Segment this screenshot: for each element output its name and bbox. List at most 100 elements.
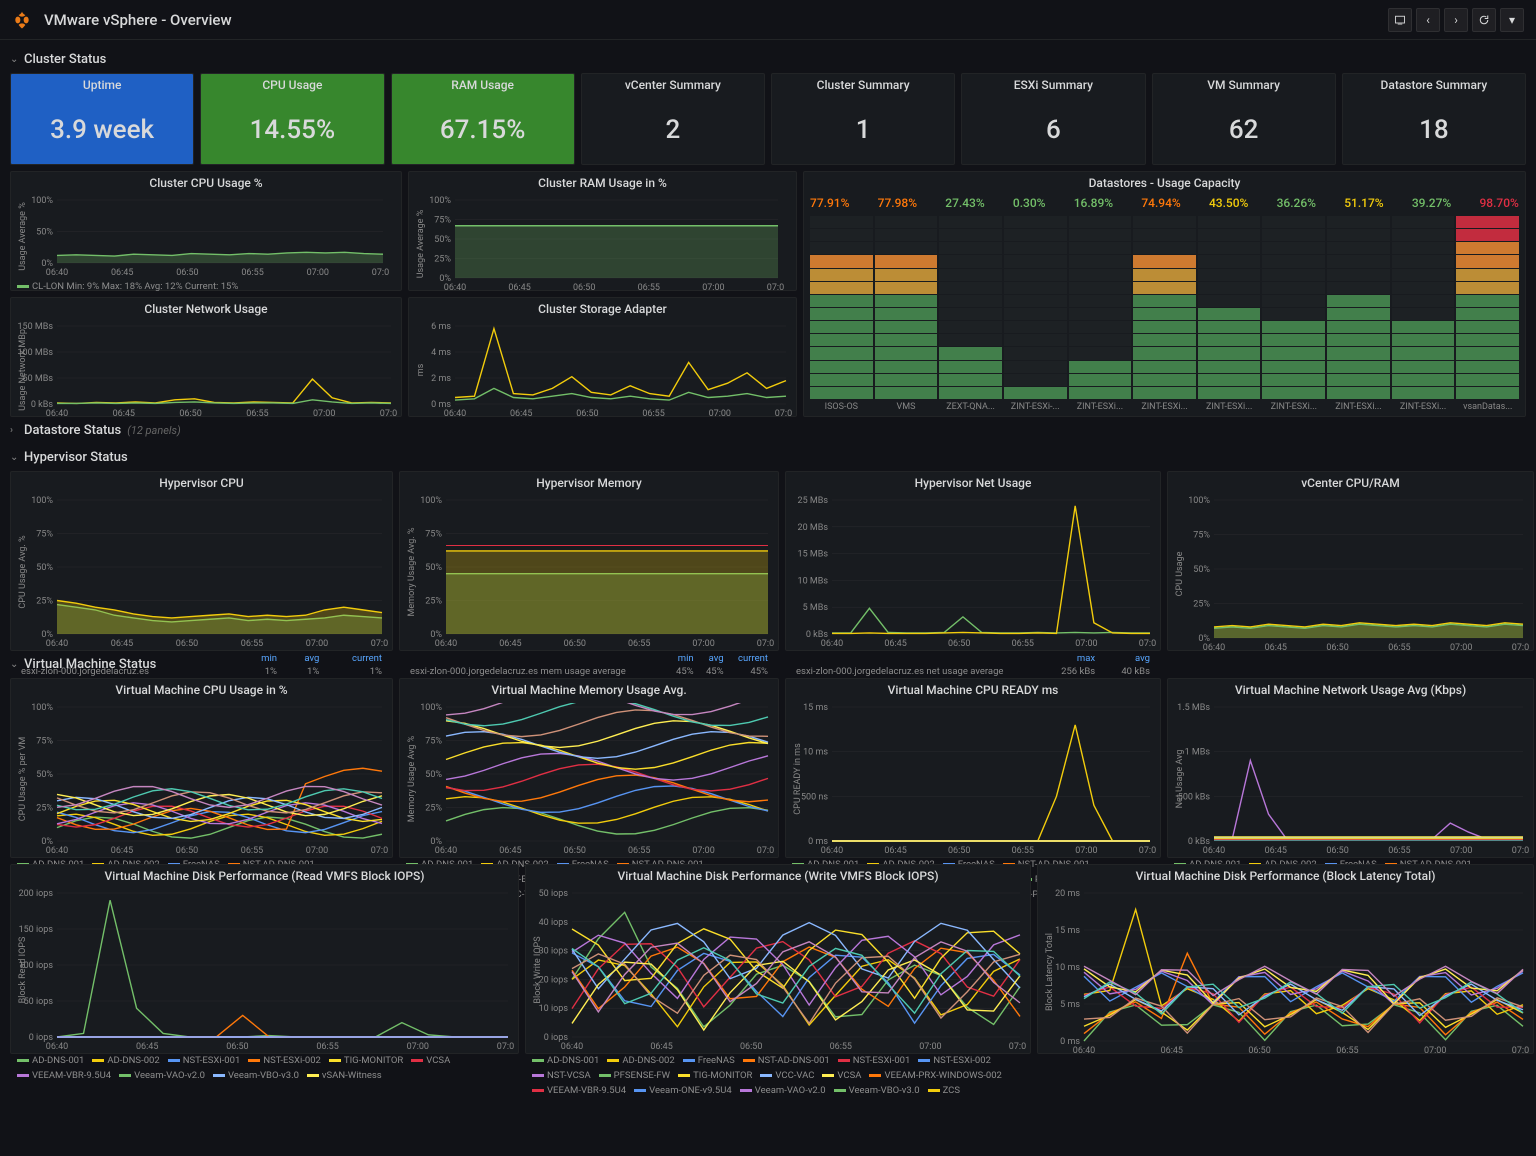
chevron-down-icon: ⌄ bbox=[10, 452, 20, 463]
svg-text:06:40: 06:40 bbox=[46, 268, 68, 277]
refresh-icon[interactable] bbox=[1472, 8, 1496, 32]
panel-vm-cpu[interactable]: Virtual Machine CPU Usage in % 0%25%50%7… bbox=[10, 678, 393, 858]
svg-text:07:00: 07:00 bbox=[692, 846, 714, 855]
panel-disk-lat[interactable]: Virtual Machine Disk Performance (Block … bbox=[1037, 864, 1534, 1054]
panel-vm-mem[interactable]: Virtual Machine Memory Usage Avg. 0%25%5… bbox=[399, 678, 779, 858]
svg-text:75%: 75% bbox=[434, 216, 451, 226]
panel-hyp-mem[interactable]: Hypervisor Memory 0%25%50%75%100%06:4006… bbox=[399, 471, 779, 651]
svg-text:CPU Usage: CPU Usage bbox=[1175, 551, 1185, 596]
svg-text:100%: 100% bbox=[31, 496, 53, 506]
stat-value: 18 bbox=[1419, 115, 1449, 145]
panel-vm-ready[interactable]: Virtual Machine CPU READY ms 0 ms500 ns1… bbox=[785, 678, 1161, 858]
grafana-logo-icon[interactable] bbox=[12, 10, 32, 30]
panel-datastores-cap[interactable]: Datastores - Usage Capacity 77.91%77.98%… bbox=[803, 171, 1526, 417]
refresh-dropdown-icon[interactable]: ▾ bbox=[1500, 8, 1524, 32]
svg-text:07:00: 07:00 bbox=[702, 283, 724, 292]
row-cluster-status[interactable]: ⌄ Cluster Status bbox=[6, 46, 1530, 73]
stat-panel[interactable]: Uptime3.9 week bbox=[10, 73, 194, 165]
panel-cluster-ram[interactable]: Cluster RAM Usage in % 0%25%50%75%100%06… bbox=[408, 171, 797, 291]
svg-text:07:05: 07:05 bbox=[380, 409, 397, 418]
svg-text:25%: 25% bbox=[36, 804, 53, 814]
svg-text:06:45: 06:45 bbox=[1265, 643, 1287, 652]
svg-text:25%: 25% bbox=[425, 597, 442, 607]
svg-text:Net Usage Avg: Net Usage Avg bbox=[1175, 750, 1185, 809]
svg-text:500 ns: 500 ns bbox=[801, 792, 828, 802]
stat-panel[interactable]: RAM Usage67.15% bbox=[391, 73, 575, 165]
svg-text:100%: 100% bbox=[1188, 496, 1210, 506]
svg-text:06:55: 06:55 bbox=[642, 409, 664, 418]
svg-text:Memory Usage Avg %: Memory Usage Avg % bbox=[407, 735, 417, 822]
svg-text:10 ms: 10 ms bbox=[803, 748, 828, 758]
svg-text:06:50: 06:50 bbox=[573, 283, 595, 292]
panel-hyp-cpu[interactable]: Hypervisor CPU 0%25%50%75%100%06:4006:45… bbox=[10, 471, 393, 651]
svg-text:06:40: 06:40 bbox=[1203, 643, 1225, 652]
svg-text:100%: 100% bbox=[420, 496, 442, 506]
svg-text:100%: 100% bbox=[31, 196, 53, 206]
svg-text:07:00: 07:00 bbox=[313, 409, 335, 418]
svg-text:06:50: 06:50 bbox=[1326, 846, 1348, 855]
svg-text:06:55: 06:55 bbox=[241, 639, 263, 648]
stat-panel[interactable]: vCenter Summary2 bbox=[581, 73, 765, 165]
panel-cluster-storage[interactable]: Cluster Storage Adapter 0 ms2 ms4 ms6 ms… bbox=[408, 297, 797, 417]
svg-text:06:55: 06:55 bbox=[241, 846, 263, 855]
svg-text:06:50: 06:50 bbox=[176, 268, 198, 277]
svg-text:ms: ms bbox=[416, 363, 426, 376]
stat-panel[interactable]: Datastore Summary18 bbox=[1342, 73, 1526, 165]
svg-text:06:40: 06:40 bbox=[1203, 846, 1225, 855]
svg-text:25%: 25% bbox=[1193, 600, 1210, 610]
svg-text:07:00: 07:00 bbox=[1450, 846, 1472, 855]
svg-text:Memory Usage Avg. %: Memory Usage Avg. % bbox=[407, 527, 417, 616]
svg-text:75%: 75% bbox=[425, 530, 442, 540]
svg-text:07:00: 07:00 bbox=[1424, 1046, 1446, 1055]
stat-value: 6 bbox=[1046, 115, 1061, 145]
svg-text:07:05: 07:05 bbox=[372, 268, 389, 277]
svg-text:07:05: 07:05 bbox=[497, 1042, 514, 1051]
panel-hyp-net[interactable]: Hypervisor Net Usage 0 kBs5 MBs10 MBs15 … bbox=[785, 471, 1161, 651]
svg-text:06:55: 06:55 bbox=[1012, 846, 1034, 855]
svg-text:07:05: 07:05 bbox=[1512, 1046, 1529, 1055]
svg-text:06:40: 06:40 bbox=[821, 846, 843, 855]
panel-vm-net[interactable]: Virtual Machine Network Usage Avg (Kbps)… bbox=[1167, 678, 1534, 858]
svg-text:2 ms: 2 ms bbox=[431, 374, 451, 384]
svg-text:07:00: 07:00 bbox=[709, 409, 731, 418]
svg-text:07:05: 07:05 bbox=[1139, 639, 1156, 648]
svg-text:Block Write IOPS: Block Write IOPS bbox=[533, 936, 543, 1003]
nav-next-icon[interactable]: › bbox=[1444, 8, 1468, 32]
svg-text:06:40: 06:40 bbox=[435, 846, 457, 855]
stat-value: 3.9 week bbox=[50, 115, 154, 145]
svg-text:06:40: 06:40 bbox=[46, 1042, 68, 1051]
row-hypervisor-status[interactable]: ⌄ Hypervisor Status bbox=[6, 444, 1530, 471]
panel-disk-write[interactable]: Virtual Machine Disk Performance (Write … bbox=[525, 864, 1031, 1054]
svg-text:07:00: 07:00 bbox=[919, 1042, 941, 1051]
cycle-view-icon[interactable] bbox=[1388, 8, 1412, 32]
stat-value: 2 bbox=[665, 115, 680, 145]
stat-panel[interactable]: VM Summary62 bbox=[1152, 73, 1336, 165]
svg-text:75%: 75% bbox=[1193, 531, 1210, 541]
svg-text:50%: 50% bbox=[1193, 565, 1210, 575]
row-datastore-status[interactable]: › Datastore Status (12 panels) bbox=[6, 417, 1530, 444]
svg-text:06:45: 06:45 bbox=[499, 639, 521, 648]
svg-text:06:45: 06:45 bbox=[499, 846, 521, 855]
stat-panel[interactable]: Cluster Summary1 bbox=[771, 73, 955, 165]
stat-panel[interactable]: ESXi Summary6 bbox=[961, 73, 1145, 165]
svg-text:50%: 50% bbox=[425, 770, 442, 780]
row-title: Datastore Status bbox=[24, 423, 121, 438]
stat-panel[interactable]: CPU Usage14.55% bbox=[200, 73, 384, 165]
svg-text:06:55: 06:55 bbox=[628, 846, 650, 855]
svg-text:07:05: 07:05 bbox=[1009, 1042, 1026, 1051]
chevron-down-icon: ⌄ bbox=[10, 54, 20, 65]
panel-cluster-cpu[interactable]: Cluster CPU Usage % 0%50%100%06:4006:450… bbox=[10, 171, 402, 291]
nav-prev-icon[interactable]: ‹ bbox=[1416, 8, 1440, 32]
svg-text:06:45: 06:45 bbox=[136, 1042, 158, 1051]
stats-row: Uptime3.9 weekCPU Usage14.55%RAM Usage67… bbox=[6, 73, 1530, 165]
svg-text:06:50: 06:50 bbox=[576, 409, 598, 418]
panel-vc-cpuram[interactable]: vCenter CPU/RAM 0%25%50%75%100%06:4006:4… bbox=[1167, 471, 1534, 651]
svg-text:5 MBs: 5 MBs bbox=[803, 603, 829, 613]
panel-cluster-net[interactable]: Cluster Network Usage 0 kBs50 MBs100 MBs… bbox=[10, 297, 402, 417]
svg-text:50%: 50% bbox=[36, 228, 53, 238]
svg-text:07:05: 07:05 bbox=[1512, 643, 1529, 652]
svg-text:CPU READY in ms: CPU READY in ms bbox=[793, 743, 803, 815]
svg-text:06:40: 06:40 bbox=[1073, 1046, 1095, 1055]
panel-disk-read[interactable]: Virtual Machine Disk Performance (Read V… bbox=[10, 864, 519, 1054]
svg-text:06:55: 06:55 bbox=[830, 1042, 852, 1051]
